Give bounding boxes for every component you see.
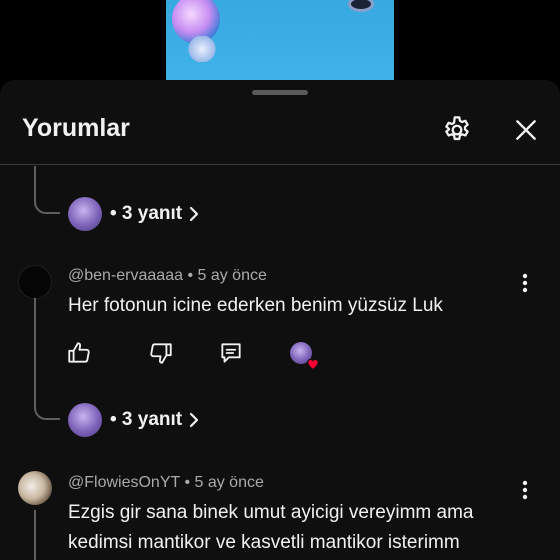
more-vertical-icon (522, 273, 528, 293)
reply-avatar (68, 403, 102, 437)
creator-heart (290, 338, 319, 370)
gear-icon (445, 116, 469, 141)
reply-count: • 3 yanıt (110, 203, 183, 224)
close-icon (516, 120, 536, 140)
video-object (348, 0, 374, 12)
settings-button[interactable] (437, 110, 477, 150)
like-icon (68, 342, 90, 363)
like-button[interactable] (66, 338, 92, 368)
reply-button[interactable] (218, 338, 244, 368)
comment-author[interactable]: @ben-ervaaaaa (68, 267, 183, 284)
heart-icon (307, 358, 319, 370)
thread-connector (34, 166, 60, 214)
view-replies-button[interactable]: • 3 yanıt (68, 196, 200, 232)
comment-actions (66, 338, 336, 370)
avatar[interactable] (18, 265, 52, 299)
comment-text: Her fotonun icine ederken benim yüzsüz L… (68, 295, 443, 316)
comment-time: • 5 ay önce (187, 267, 267, 284)
comment-meta: @FlowiesOnYT • 5 ay önce (68, 474, 264, 492)
video-player-area[interactable] (0, 0, 560, 80)
panel-title: Yorumlar (22, 114, 130, 142)
dislike-icon (150, 343, 172, 364)
reply-avatar (68, 197, 102, 231)
chevron-right-icon (188, 412, 200, 428)
avatar[interactable] (18, 471, 52, 505)
comment-text: Ezgis gir sana binek umut ayicigi vereyi… (68, 498, 538, 558)
dislike-button[interactable] (148, 338, 174, 368)
comment-meta: @ben-ervaaaaa • 5 ay önce (68, 267, 267, 285)
video-frame (166, 0, 394, 80)
comment-text-line: Ezgis gir sana binek umut ayicigi vereyi… (68, 502, 474, 523)
reply-count: • 3 yanıt (110, 409, 183, 430)
reply-icon (221, 343, 241, 363)
view-replies-button[interactable]: • 3 yanıt (68, 402, 200, 438)
comment-author[interactable]: @FlowiesOnYT (68, 474, 180, 491)
creator-avatar (290, 342, 319, 370)
video-character-feet (184, 36, 220, 62)
thread-connector (34, 510, 36, 560)
close-button[interactable] (506, 110, 546, 150)
thread-connector (34, 298, 60, 420)
drag-handle[interactable] (252, 90, 308, 95)
comment-text-line: kedimsi mantikor ve kasvetli mantikor is… (68, 532, 460, 553)
comments-panel: Yorumlar • 3 yanıt @ben-ervaaaaa • 5 ay … (0, 80, 560, 560)
header-divider (0, 164, 560, 165)
comment-time: • 5 ay önce (184, 474, 264, 491)
more-vertical-icon (522, 480, 528, 500)
chevron-right-icon (188, 206, 200, 222)
